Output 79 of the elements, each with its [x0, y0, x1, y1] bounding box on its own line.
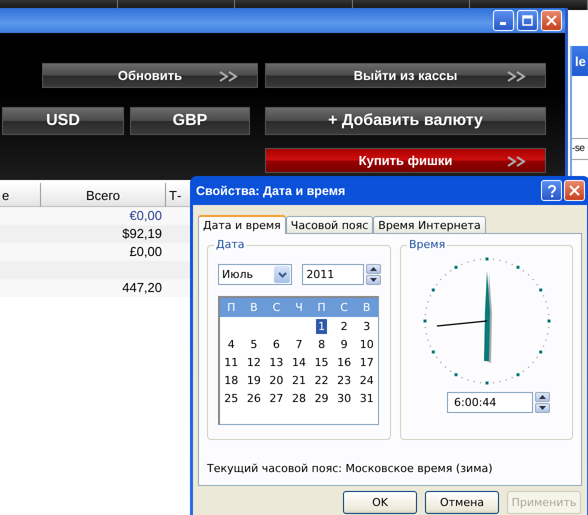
action-button[interactable]: Обновить: [42, 63, 258, 88]
calendar-day[interactable]: 19: [244, 372, 263, 388]
calendar-day[interactable]: 26: [244, 390, 263, 406]
calendar-day[interactable]: 12: [244, 354, 263, 370]
weekday-label: В: [249, 300, 259, 316]
weekday-label: С: [272, 300, 282, 316]
chevron-down-icon: [278, 272, 287, 278]
calendar-day[interactable]: 18: [222, 372, 240, 388]
close-icon: [546, 15, 557, 26]
question-mark-icon: [546, 184, 556, 198]
timezone-text: Текущий часовой пояс: Московское время (зима): [207, 462, 494, 475]
calendar-day[interactable]: 31: [358, 390, 376, 406]
close-button[interactable]: [541, 10, 562, 31]
calendar-day[interactable]: 6: [270, 336, 282, 352]
tab[interactable]: Часовой пояс: [286, 216, 374, 233]
calendar-day[interactable]: 23: [335, 372, 354, 388]
weekday-label: Ч: [294, 300, 304, 316]
time-field[interactable]: 6:00:44: [447, 392, 533, 413]
spin-up-button[interactable]: [535, 392, 550, 402]
action-button[interactable]: USD: [2, 107, 124, 135]
calendar-day[interactable]: 13: [267, 354, 286, 370]
minimize-button[interactable]: [493, 10, 514, 31]
spin-down-button[interactable]: [535, 403, 550, 413]
calendar-day[interactable]: 27: [267, 390, 286, 406]
table-cell-text: 447,20: [121, 279, 162, 297]
calendar-day[interactable]: 30: [335, 390, 354, 406]
group-title: Время: [407, 238, 448, 251]
calendar-day[interactable]: 10: [358, 336, 376, 352]
action-button[interactable]: GBP: [130, 107, 250, 135]
calendar-day[interactable]: 2: [338, 318, 350, 334]
dialog-button[interactable]: OK: [343, 491, 417, 514]
calendar-day[interactable]: 9: [338, 336, 350, 352]
calendar-day[interactable]: 8: [316, 336, 328, 352]
maximize-button[interactable]: [517, 10, 538, 31]
weekday-label: С: [339, 300, 349, 316]
calendar-day[interactable]: 4: [226, 336, 237, 352]
input-field[interactable]: -se: [572, 138, 588, 160]
calendar-day[interactable]: 1: [316, 318, 328, 334]
calendar-day[interactable]: 3: [361, 318, 372, 334]
weekday-label: В: [362, 300, 372, 316]
calendar-day[interactable]: 29: [312, 390, 331, 406]
down-arrow-icon: [370, 278, 377, 282]
table-cell-text: $92,19: [121, 225, 162, 243]
calendar-day[interactable]: 20: [267, 372, 286, 388]
weekday-label: П: [316, 300, 327, 316]
calendar-day[interactable]: 5: [248, 336, 260, 352]
calendar-day[interactable]: 21: [290, 372, 308, 388]
calendar-day[interactable]: 17: [358, 354, 376, 370]
calendar-day[interactable]: 7: [293, 336, 304, 352]
close-button[interactable]: [564, 180, 585, 201]
tab[interactable]: Дата и время: [198, 215, 286, 234]
down-arrow-icon: [539, 406, 546, 410]
action-button[interactable]: + Добавить валюту: [265, 107, 546, 135]
calendar-day[interactable]: 22: [312, 372, 331, 388]
calendar-day[interactable]: 11: [222, 354, 240, 370]
help-button[interactable]: [541, 180, 562, 201]
calendar-day[interactable]: 14: [290, 354, 308, 370]
calendar-day[interactable]: 24: [358, 372, 376, 388]
window-title: le: [572, 46, 588, 76]
spin-up-button[interactable]: [366, 264, 381, 274]
month-dropdown[interactable]: Июль: [218, 264, 292, 285]
table-cell-text: £0,00: [128, 243, 162, 261]
group-title: Дата: [214, 238, 246, 251]
calendar-day[interactable]: 28: [290, 390, 308, 406]
weekday-label: П: [226, 300, 236, 316]
year-field[interactable]: 2011: [302, 264, 364, 285]
spin-down-button[interactable]: [366, 275, 381, 285]
tab[interactable]: Время Интернета: [373, 216, 486, 233]
dialog-button[interactable]: Отмена: [425, 491, 499, 514]
action-button[interactable]: Выйти из кассы: [265, 63, 546, 88]
up-arrow-icon: [539, 395, 546, 399]
table-cell-text: €0,00: [128, 207, 162, 225]
calendar-day[interactable]: 15: [312, 354, 331, 370]
close-icon: [569, 185, 580, 196]
up-arrow-icon: [370, 267, 377, 271]
maximize-icon: [522, 15, 533, 26]
calendar-day[interactable]: 16: [335, 354, 354, 370]
calendar-day[interactable]: 25: [222, 390, 240, 406]
buy-button[interactable]: Купить фишки: [265, 148, 546, 173]
